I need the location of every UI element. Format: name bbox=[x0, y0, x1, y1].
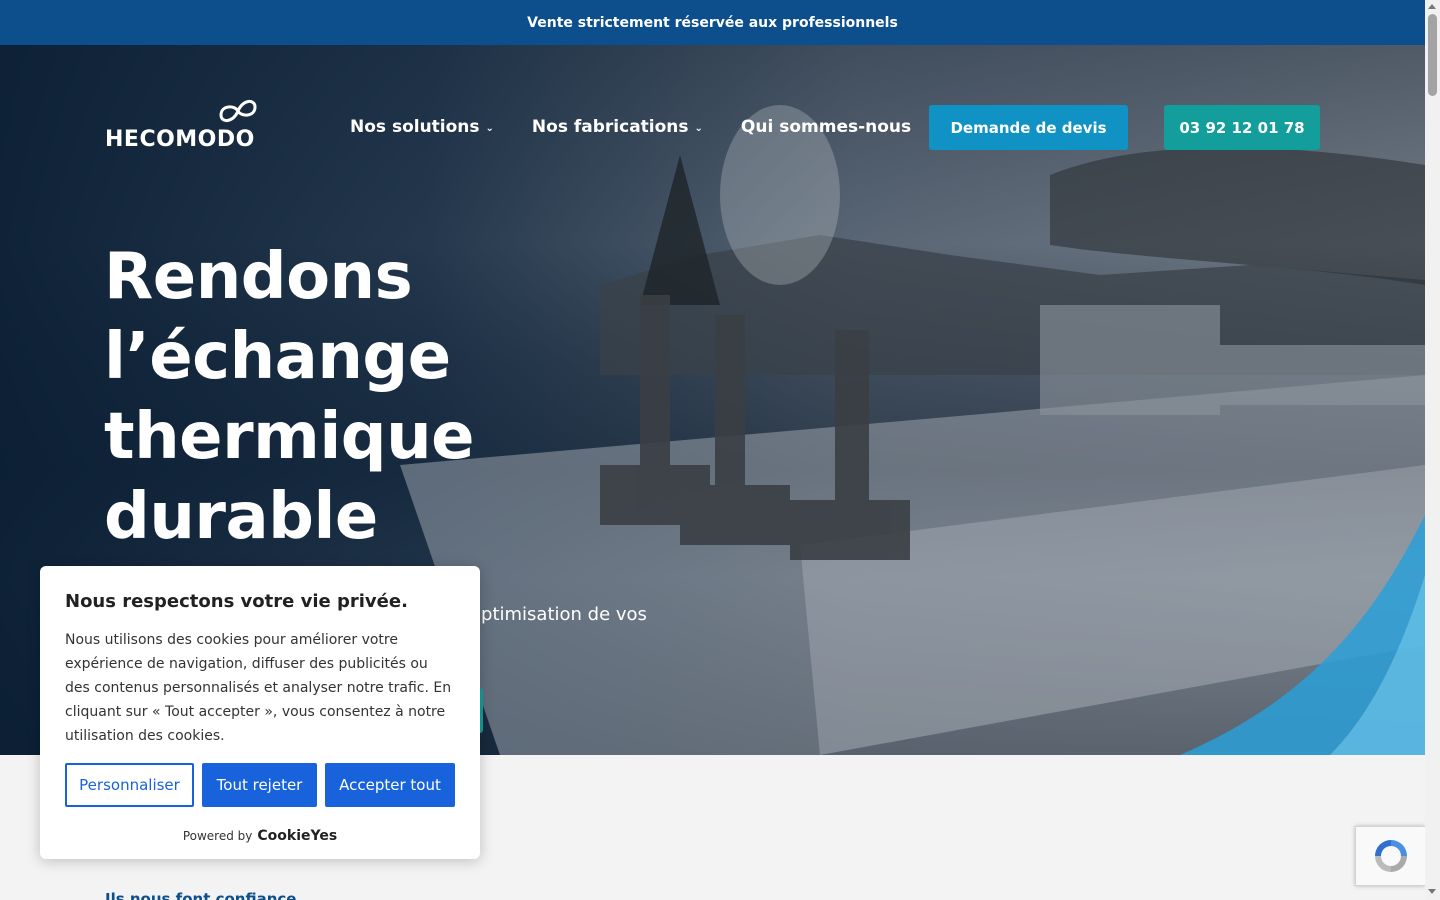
hero-title-line: durable bbox=[104, 480, 378, 554]
nav-item-about[interactable]: Qui sommes-nous bbox=[741, 117, 911, 137]
cookie-powered-by: Powered by CookieYes bbox=[40, 828, 480, 844]
cookie-actions: Personnaliser Tout rejeter Accepter tout bbox=[65, 763, 455, 807]
cookieyes-logo[interactable]: CookieYes bbox=[257, 828, 337, 844]
cookie-title: Nous respectons votre vie privée. bbox=[65, 591, 408, 612]
scroll-up-arrow-icon[interactable] bbox=[1428, 4, 1436, 9]
page-scrollbar[interactable] bbox=[1425, 0, 1440, 900]
cookie-consent-banner: Nous respectons votre vie privée. Nous u… bbox=[40, 566, 480, 859]
announcement-bar: Vente strictement réservée aux professio… bbox=[0, 0, 1425, 45]
phone-button[interactable]: 03 92 12 01 78 bbox=[1164, 105, 1320, 150]
powered-by-label: Powered by bbox=[182, 829, 253, 843]
quote-request-button[interactable]: Demande de devis bbox=[929, 105, 1128, 150]
trust-link[interactable]: Ils nous font confiance bbox=[105, 890, 296, 900]
reject-all-button[interactable]: Tout rejeter bbox=[202, 763, 317, 807]
scrollbar-thumb[interactable] bbox=[1428, 14, 1437, 96]
nav-label: Qui sommes-nous bbox=[740, 117, 912, 137]
customize-button[interactable]: Personnaliser bbox=[65, 763, 194, 807]
hero-subtitle-visible: optimisation de vos bbox=[470, 604, 647, 625]
recaptcha-badge[interactable] bbox=[1355, 826, 1425, 886]
hero-title-line: l’échange bbox=[104, 320, 451, 394]
announcement-text: Vente strictement réservée aux professio… bbox=[527, 14, 898, 31]
hecomodo-logo[interactable]: HECOMODO bbox=[105, 97, 257, 152]
main-navigation: Nos solutions ⌄ Nos fabrications ⌄ Qui s… bbox=[350, 117, 911, 137]
hero-title-line: thermique bbox=[104, 400, 475, 474]
cookie-description: Nous utilisons des cookies pour améliore… bbox=[65, 632, 452, 744]
hero-title: Rendons l’échange thermique durable bbox=[104, 237, 664, 557]
accept-all-button[interactable]: Accepter tout bbox=[325, 763, 455, 807]
nav-label: Nos solutions bbox=[350, 117, 480, 137]
hero-title-line: Rendons bbox=[104, 240, 413, 314]
nav-label: Nos fabrications bbox=[531, 117, 689, 137]
logo-text: HECOMODO bbox=[105, 127, 255, 152]
scroll-down-arrow-icon[interactable] bbox=[1428, 889, 1436, 894]
infinity-logo-icon bbox=[219, 100, 257, 122]
recaptcha-icon bbox=[1374, 840, 1407, 872]
nav-item-solutions[interactable]: Nos solutions ⌄ bbox=[350, 117, 494, 137]
nav-item-fabrications[interactable]: Nos fabrications ⌄ bbox=[532, 117, 703, 137]
chevron-down-icon: ⌄ bbox=[694, 122, 703, 134]
chevron-down-icon: ⌄ bbox=[485, 122, 494, 134]
